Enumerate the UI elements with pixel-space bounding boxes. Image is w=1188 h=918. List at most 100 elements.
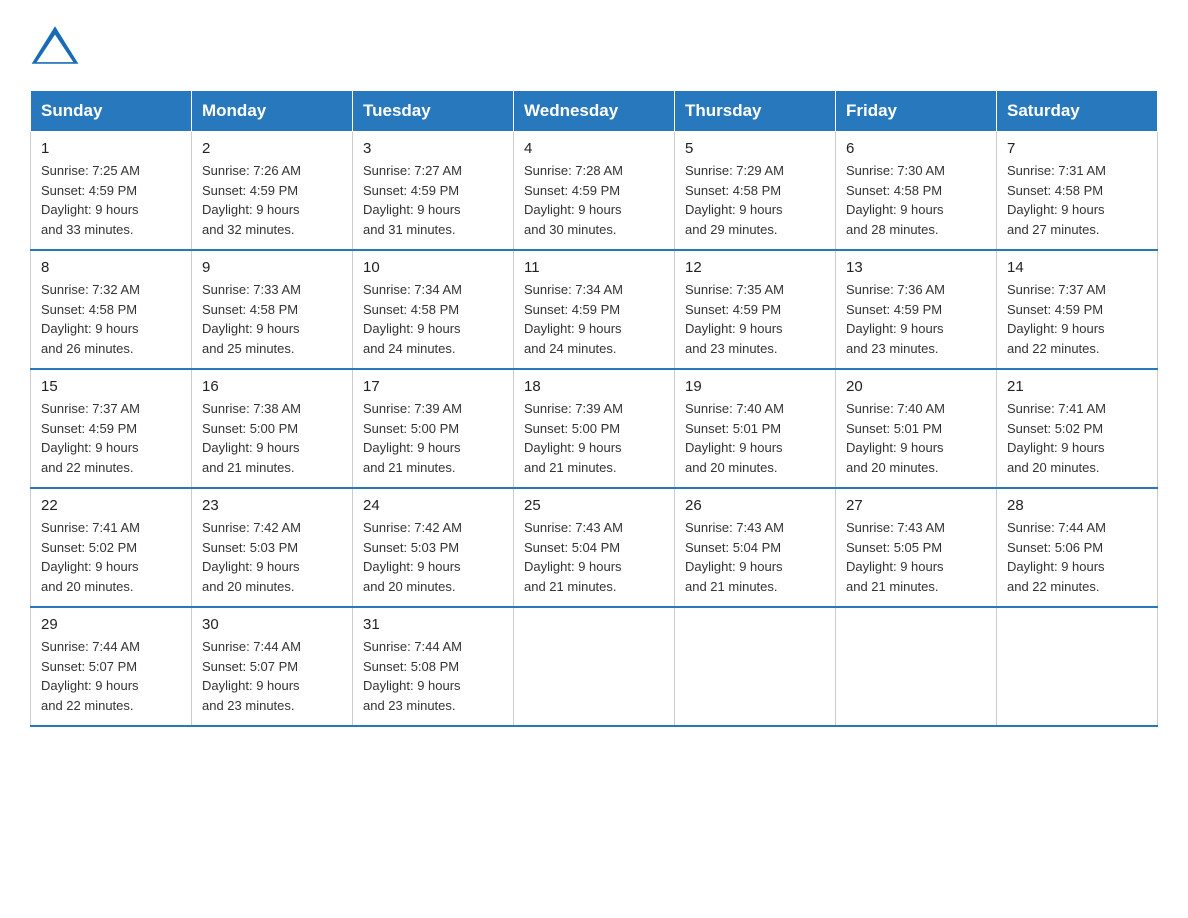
sunset-info: Sunset: 5:04 PM [524,540,620,555]
daylight-hours: Daylight: 9 hours [846,202,944,217]
calendar-table: SundayMondayTuesdayWednesdayThursdayFrid… [30,90,1158,727]
day-info: Sunrise: 7:43 AM Sunset: 5:04 PM Dayligh… [685,518,825,596]
day-info: Sunrise: 7:37 AM Sunset: 4:59 PM Dayligh… [41,399,181,477]
calendar-cell: 26 Sunrise: 7:43 AM Sunset: 5:04 PM Dayl… [675,488,836,607]
sunset-info: Sunset: 4:59 PM [202,183,298,198]
sunrise-info: Sunrise: 7:39 AM [363,401,462,416]
day-info: Sunrise: 7:33 AM Sunset: 4:58 PM Dayligh… [202,280,342,358]
day-info: Sunrise: 7:39 AM Sunset: 5:00 PM Dayligh… [363,399,503,477]
day-number: 23 [202,497,342,514]
daylight-hours: Daylight: 9 hours [685,440,783,455]
day-header-tuesday: Tuesday [353,91,514,132]
daylight-mins: and 24 minutes. [524,341,617,356]
sunset-info: Sunset: 5:07 PM [202,659,298,674]
day-number: 27 [846,497,986,514]
day-info: Sunrise: 7:40 AM Sunset: 5:01 PM Dayligh… [846,399,986,477]
daylight-hours: Daylight: 9 hours [685,559,783,574]
daylight-hours: Daylight: 9 hours [846,321,944,336]
daylight-mins: and 28 minutes. [846,222,939,237]
day-number: 15 [41,378,181,395]
daylight-mins: and 21 minutes. [363,460,456,475]
day-info: Sunrise: 7:37 AM Sunset: 4:59 PM Dayligh… [1007,280,1147,358]
calendar-cell [514,607,675,726]
day-header-friday: Friday [836,91,997,132]
sunrise-info: Sunrise: 7:25 AM [41,163,140,178]
daylight-hours: Daylight: 9 hours [846,440,944,455]
daylight-hours: Daylight: 9 hours [685,202,783,217]
header-row: SundayMondayTuesdayWednesdayThursdayFrid… [31,91,1158,132]
sunrise-info: Sunrise: 7:34 AM [363,282,462,297]
sunset-info: Sunset: 5:03 PM [202,540,298,555]
day-number: 10 [363,259,503,276]
daylight-hours: Daylight: 9 hours [363,321,461,336]
week-row: 1 Sunrise: 7:25 AM Sunset: 4:59 PM Dayli… [31,132,1158,251]
logo-icon [30,20,80,70]
day-info: Sunrise: 7:35 AM Sunset: 4:59 PM Dayligh… [685,280,825,358]
day-info: Sunrise: 7:26 AM Sunset: 4:59 PM Dayligh… [202,161,342,239]
calendar-body: 1 Sunrise: 7:25 AM Sunset: 4:59 PM Dayli… [31,132,1158,727]
sunset-info: Sunset: 4:59 PM [524,183,620,198]
day-number: 3 [363,140,503,157]
calendar-cell: 31 Sunrise: 7:44 AM Sunset: 5:08 PM Dayl… [353,607,514,726]
daylight-mins: and 21 minutes. [846,579,939,594]
calendar-cell: 13 Sunrise: 7:36 AM Sunset: 4:59 PM Dayl… [836,250,997,369]
sunrise-info: Sunrise: 7:40 AM [846,401,945,416]
sunrise-info: Sunrise: 7:27 AM [363,163,462,178]
day-number: 5 [685,140,825,157]
daylight-mins: and 25 minutes. [202,341,295,356]
calendar-cell: 19 Sunrise: 7:40 AM Sunset: 5:01 PM Dayl… [675,369,836,488]
sunrise-info: Sunrise: 7:42 AM [202,520,301,535]
day-number: 13 [846,259,986,276]
sunset-info: Sunset: 5:08 PM [363,659,459,674]
calendar-cell: 11 Sunrise: 7:34 AM Sunset: 4:59 PM Dayl… [514,250,675,369]
day-header-saturday: Saturday [997,91,1158,132]
calendar-cell: 27 Sunrise: 7:43 AM Sunset: 5:05 PM Dayl… [836,488,997,607]
day-info: Sunrise: 7:38 AM Sunset: 5:00 PM Dayligh… [202,399,342,477]
sunset-info: Sunset: 4:59 PM [1007,302,1103,317]
daylight-hours: Daylight: 9 hours [363,678,461,693]
daylight-mins: and 21 minutes. [685,579,778,594]
daylight-hours: Daylight: 9 hours [202,202,300,217]
day-number: 28 [1007,497,1147,514]
calendar-cell: 7 Sunrise: 7:31 AM Sunset: 4:58 PM Dayli… [997,132,1158,251]
sunset-info: Sunset: 5:07 PM [41,659,137,674]
daylight-mins: and 20 minutes. [41,579,134,594]
day-info: Sunrise: 7:25 AM Sunset: 4:59 PM Dayligh… [41,161,181,239]
sunrise-info: Sunrise: 7:42 AM [363,520,462,535]
sunrise-info: Sunrise: 7:40 AM [685,401,784,416]
calendar-cell: 28 Sunrise: 7:44 AM Sunset: 5:06 PM Dayl… [997,488,1158,607]
day-number: 30 [202,616,342,633]
daylight-hours: Daylight: 9 hours [363,202,461,217]
calendar-cell: 2 Sunrise: 7:26 AM Sunset: 4:59 PM Dayli… [192,132,353,251]
day-info: Sunrise: 7:41 AM Sunset: 5:02 PM Dayligh… [1007,399,1147,477]
calendar-cell: 23 Sunrise: 7:42 AM Sunset: 5:03 PM Dayl… [192,488,353,607]
day-info: Sunrise: 7:43 AM Sunset: 5:04 PM Dayligh… [524,518,664,596]
daylight-mins: and 21 minutes. [524,460,617,475]
sunset-info: Sunset: 4:59 PM [363,183,459,198]
calendar-cell [997,607,1158,726]
daylight-mins: and 22 minutes. [41,460,134,475]
sunset-info: Sunset: 4:58 PM [1007,183,1103,198]
week-row: 22 Sunrise: 7:41 AM Sunset: 5:02 PM Dayl… [31,488,1158,607]
sunrise-info: Sunrise: 7:35 AM [685,282,784,297]
day-number: 12 [685,259,825,276]
daylight-hours: Daylight: 9 hours [524,321,622,336]
daylight-mins: and 22 minutes. [1007,341,1100,356]
week-row: 29 Sunrise: 7:44 AM Sunset: 5:07 PM Dayl… [31,607,1158,726]
sunset-info: Sunset: 4:59 PM [846,302,942,317]
day-info: Sunrise: 7:30 AM Sunset: 4:58 PM Dayligh… [846,161,986,239]
daylight-mins: and 21 minutes. [202,460,295,475]
calendar-cell: 30 Sunrise: 7:44 AM Sunset: 5:07 PM Dayl… [192,607,353,726]
day-number: 24 [363,497,503,514]
sunset-info: Sunset: 5:00 PM [363,421,459,436]
daylight-mins: and 24 minutes. [363,341,456,356]
sunset-info: Sunset: 4:58 PM [202,302,298,317]
calendar-header: SundayMondayTuesdayWednesdayThursdayFrid… [31,91,1158,132]
sunrise-info: Sunrise: 7:37 AM [41,401,140,416]
daylight-mins: and 20 minutes. [846,460,939,475]
sunrise-info: Sunrise: 7:33 AM [202,282,301,297]
daylight-mins: and 33 minutes. [41,222,134,237]
sunrise-info: Sunrise: 7:41 AM [1007,401,1106,416]
calendar-cell: 17 Sunrise: 7:39 AM Sunset: 5:00 PM Dayl… [353,369,514,488]
sunrise-info: Sunrise: 7:44 AM [202,639,301,654]
